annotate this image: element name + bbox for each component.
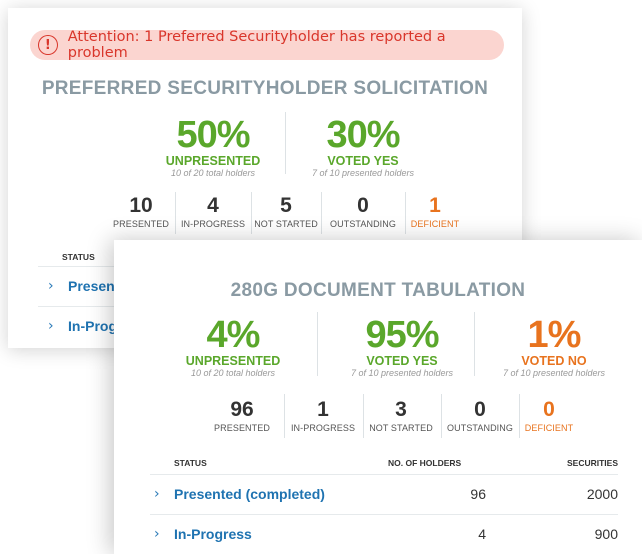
count-presented: 96 PRESENTED [206, 398, 278, 434]
table-row[interactable]: › Presented (completed) 96 2000 [150, 474, 618, 513]
count-value: 5 [280, 194, 292, 217]
metric-subtext: 7 of 10 presented holders [311, 168, 415, 178]
count-value: 0 [474, 398, 486, 421]
metric-percent: 1% [527, 314, 582, 356]
count-value: 3 [395, 398, 407, 421]
count-label: OUTSTANDING [330, 219, 396, 229]
row-holders-value: 96 [470, 486, 486, 502]
metric-label: VOTED YES [327, 154, 399, 168]
count-deficient: 0 DEFICIENT [520, 398, 578, 434]
count-label: NOT STARTED [254, 219, 318, 229]
card-title: PREFERRED SECURITYHOLDER SOLICITATION [41, 78, 489, 99]
metric-label: VOTED NO [521, 354, 587, 368]
count-not-started: 5 NOT STARTED [252, 194, 320, 230]
count-label: DEFICIENT [410, 219, 460, 229]
chevron-right-icon[interactable]: › [48, 278, 62, 294]
metric-subtext: 10 of 20 total holders [170, 168, 256, 178]
row-securities-value: 2000 [586, 486, 618, 502]
count-in-progress: 4 IN-PROGRESS [176, 194, 250, 230]
metric-label: VOTED YES [366, 354, 438, 368]
metric-subtext: 10 of 20 total holders [190, 368, 276, 378]
metric-label: UNPRESENTED [185, 354, 281, 368]
divider [285, 112, 286, 174]
chevron-right-icon[interactable]: › [48, 318, 62, 334]
count-value: 1 [317, 398, 329, 421]
chevron-right-icon[interactable]: › [154, 526, 168, 542]
count-not-started: 3 NOT STARTED [364, 398, 438, 434]
metric-subtext: 7 of 10 presented holders [502, 368, 606, 378]
count-label: IN-PROGRESS [180, 219, 246, 229]
count-outstanding: 0 OUTSTANDING [442, 398, 518, 434]
row-holders-value: 4 [478, 526, 486, 542]
metric-unpresented: 4% UNPRESENTED 10 of 20 total holders [168, 316, 298, 379]
metric-voted-yes: 30% VOTED YES 7 of 10 presented holders [298, 116, 428, 179]
securities-column-header: SECURITIES [566, 458, 618, 468]
count-outstanding: 0 OUTSTANDING [322, 194, 404, 230]
count-value: 4 [207, 194, 219, 217]
count-label: PRESENTED [113, 219, 169, 229]
metric-percent: 30% [326, 114, 400, 156]
card-title: 280G DOCUMENT TABULATION [230, 280, 526, 301]
count-value: 1 [429, 194, 441, 217]
metric-percent: 50% [176, 114, 250, 156]
count-value: 0 [357, 194, 369, 217]
count-in-progress: 1 IN-PROGRESS [286, 398, 360, 434]
count-value: 96 [230, 398, 254, 421]
alert-text: Attention: 1 Preferred Securityholder ha… [67, 29, 446, 61]
divider [284, 394, 285, 438]
row-securities-value: 900 [594, 526, 618, 542]
count-label: OUTSTANDING [447, 423, 513, 433]
chevron-right-icon[interactable]: › [154, 486, 168, 502]
table-row[interactable]: › In-Progress 4 900 [150, 514, 618, 553]
metric-percent: 95% [365, 314, 439, 356]
tabulation-card: 280G DOCUMENT TABULATION 4% UNPRESENTED … [114, 240, 642, 554]
divider [474, 312, 475, 376]
count-label: DEFICIENT [524, 423, 574, 433]
count-value: 10 [129, 194, 153, 217]
metric-voted-no: 1% VOTED NO 7 of 10 presented holders [484, 316, 624, 379]
divider [317, 312, 318, 376]
problem-alert-banner[interactable]: ! Attention: 1 Preferred Securityholder … [30, 29, 504, 61]
count-presented: 10 PRESENTED [108, 194, 174, 230]
metric-label: UNPRESENTED [165, 154, 261, 168]
alert-circle-icon: ! [38, 35, 58, 55]
count-label: NOT STARTED [369, 423, 433, 433]
status-column-header: STATUS [62, 252, 95, 262]
row-status-label[interactable]: In-Progress [174, 526, 252, 542]
count-label: IN-PROGRESS [290, 423, 356, 433]
metric-unpresented: 50% UNPRESENTED 10 of 20 total holders [158, 116, 268, 179]
count-deficient: 1 DEFICIENT [406, 194, 464, 230]
metric-subtext: 7 of 10 presented holders [350, 368, 454, 378]
status-column-header: STATUS [174, 458, 207, 468]
metric-voted-yes: 95% VOTED YES 7 of 10 presented holders [332, 316, 472, 379]
count-label: PRESENTED [214, 423, 270, 433]
metric-percent: 4% [206, 314, 261, 356]
holders-column-header: NO. OF HOLDERS [388, 458, 462, 468]
count-value: 0 [543, 398, 555, 421]
row-status-label[interactable]: Presented (completed) [174, 486, 325, 502]
